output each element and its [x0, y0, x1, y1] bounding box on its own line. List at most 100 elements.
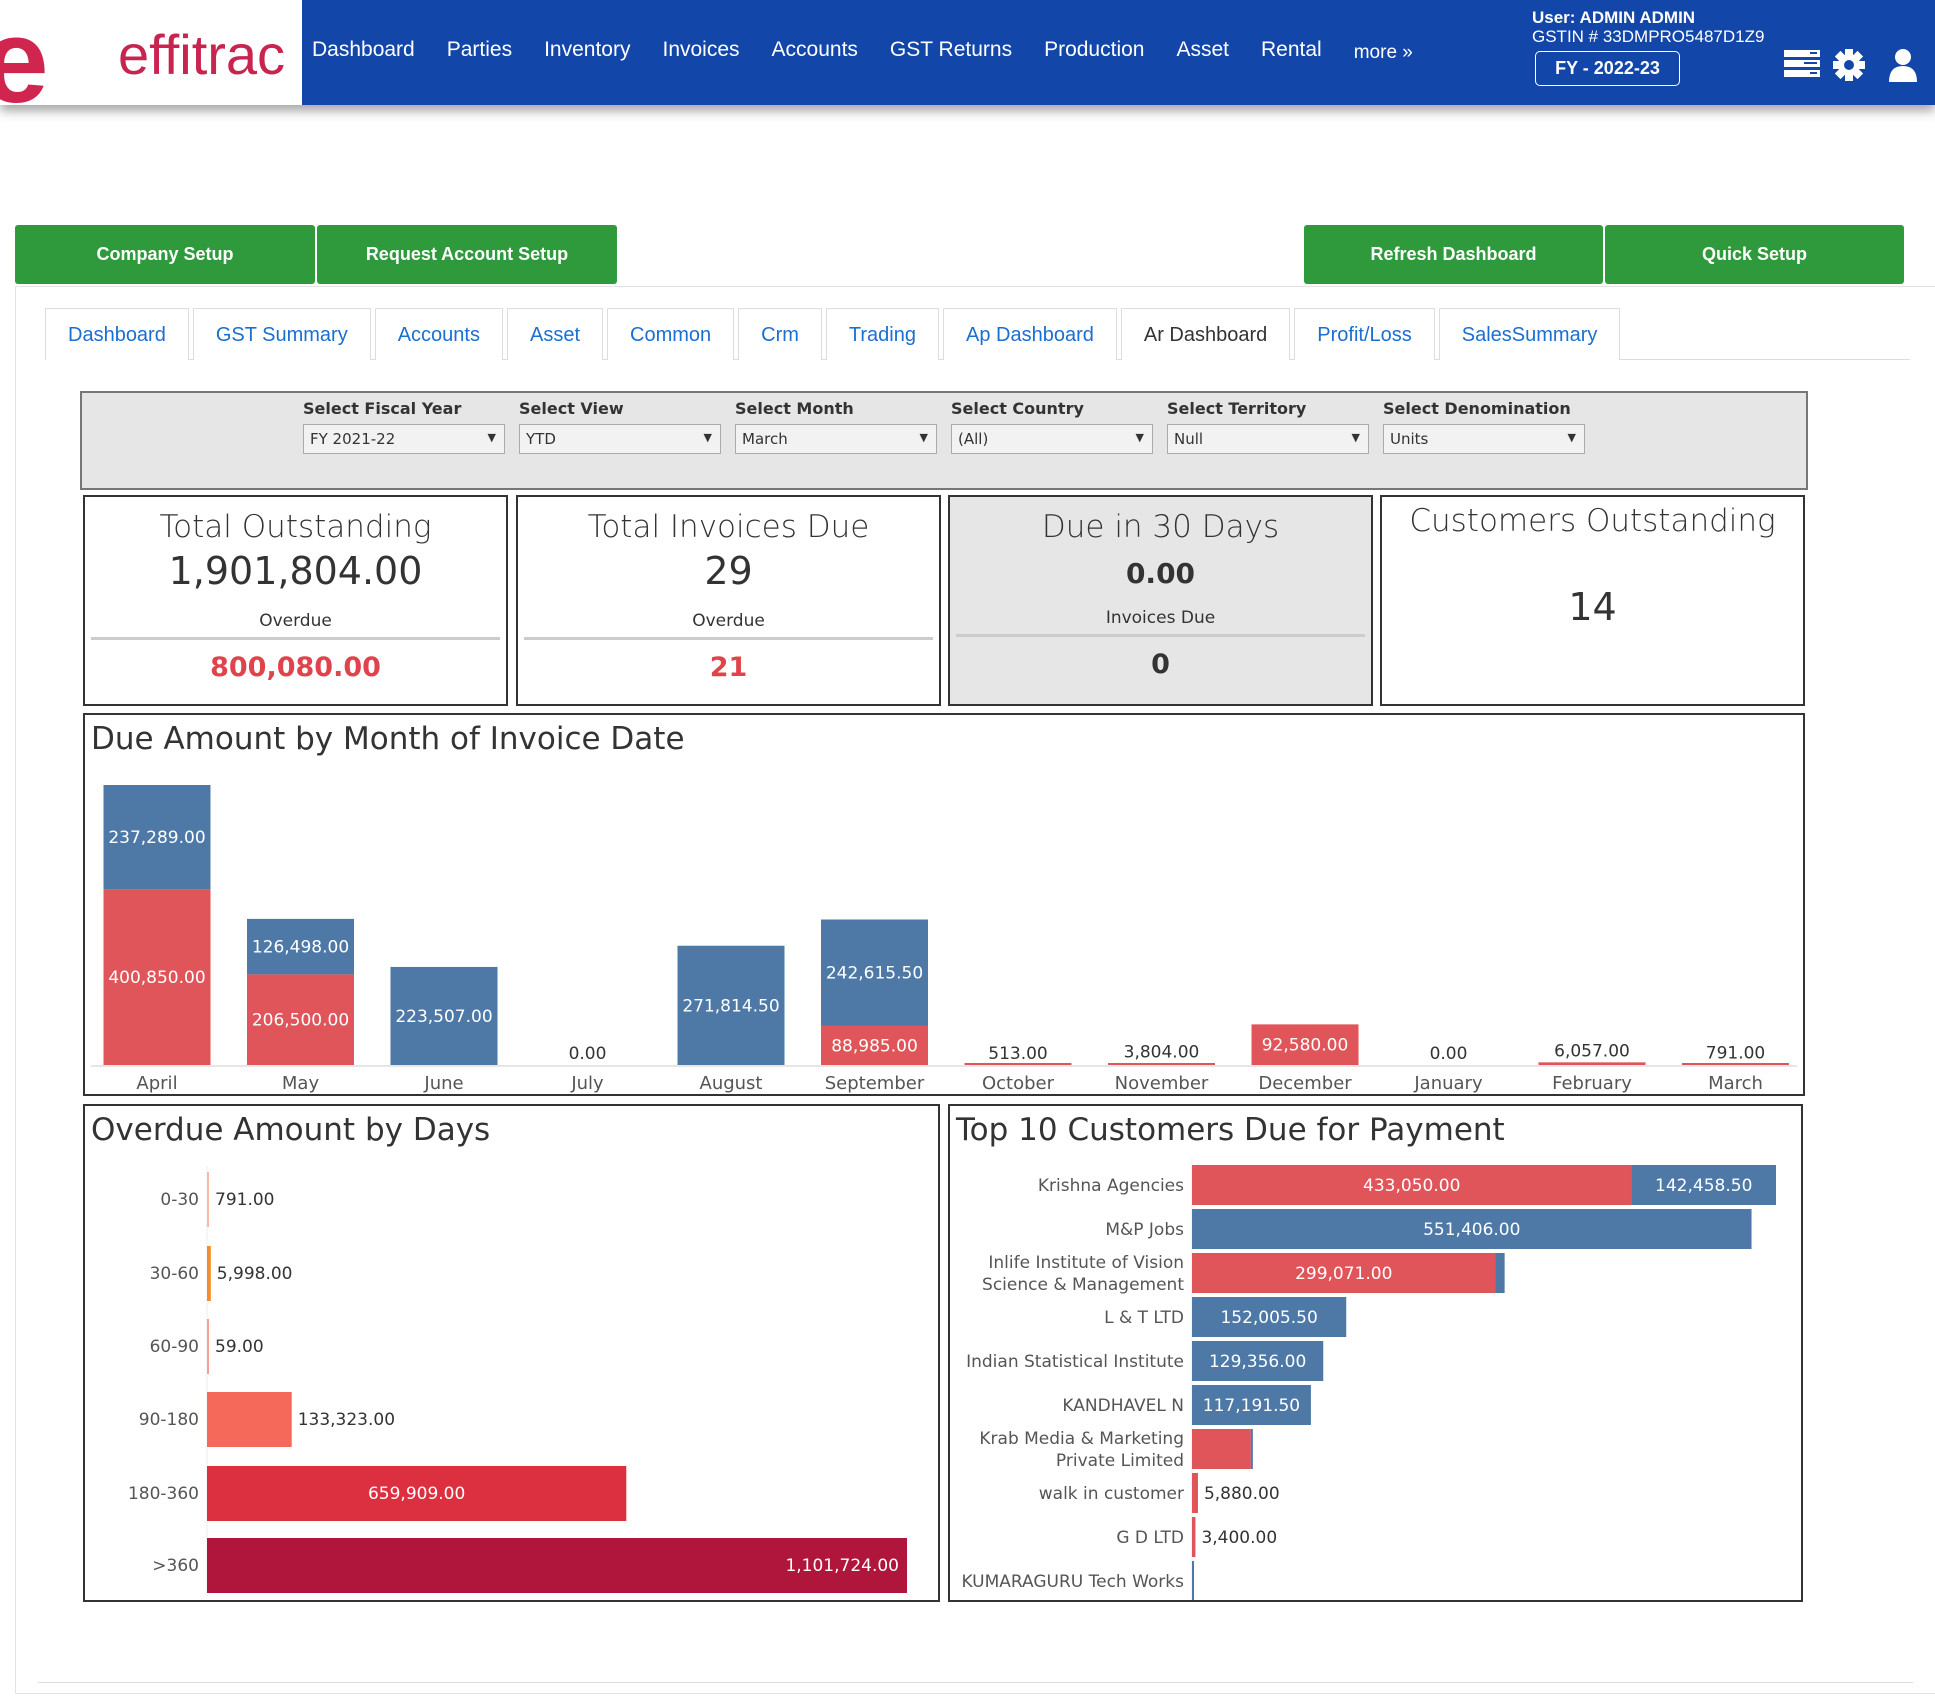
y-tick-label: M&P Jobs: [1105, 1220, 1184, 1240]
data-label: 242,615.50: [826, 964, 923, 984]
top-navbar: eeffitrac Dashboard Parties Inventory In…: [0, 0, 1935, 105]
y-tick-label: G D LTD: [1116, 1528, 1184, 1548]
main-nav: Dashboard Parties Inventory Invoices Acc…: [312, 38, 1445, 64]
dropdown-arrow-icon: ▼: [920, 431, 928, 444]
denomination-select[interactable]: Units▼: [1383, 424, 1585, 454]
nav-production[interactable]: Production: [1044, 38, 1144, 64]
denomination-filter: Select DenominationUnits▼: [1383, 399, 1585, 454]
y-tick-label: KUMARAGURU Tech Works: [961, 1572, 1184, 1592]
due-by-month-chart: Due Amount by Month of Invoice Date 400,…: [83, 713, 1805, 1096]
y-tick-label: Indian Statistical Institute: [966, 1352, 1184, 1372]
y-tick-label: >360: [152, 1556, 199, 1576]
territory-filter: Select TerritoryNull▼: [1167, 399, 1369, 454]
nav-accounts[interactable]: Accounts: [772, 38, 858, 64]
data-label: 206,500.00: [252, 1011, 349, 1031]
user-profile-icon[interactable]: [1888, 48, 1918, 84]
total-outstanding-value: 1,901,804.00: [85, 549, 506, 593]
settings-gear-icon[interactable]: [1832, 48, 1866, 82]
nav-more[interactable]: more »: [1354, 42, 1413, 64]
effitrac-logo[interactable]: eeffitrac: [0, 0, 302, 105]
nav-rental[interactable]: Rental: [1261, 38, 1322, 64]
request-account-setup-button[interactable]: Request Account Setup: [317, 225, 617, 284]
overdue-invoices-count: 21: [518, 652, 939, 683]
bar: [207, 1172, 209, 1227]
x-tick-label: November: [1115, 1073, 1209, 1094]
data-label: 433,050.00: [1363, 1176, 1460, 1196]
view-select[interactable]: YTD▼: [519, 424, 721, 454]
fiscal-year-filter: Select Fiscal YearFY 2021-22▼: [303, 399, 505, 454]
tab-asset[interactable]: Asset: [507, 308, 603, 360]
tab-ap-dashboard[interactable]: Ap Dashboard: [943, 308, 1117, 360]
bar-not-due: [1251, 1429, 1253, 1469]
y-tick-label: Science & Management: [982, 1275, 1184, 1295]
month-select[interactable]: March▼: [735, 424, 937, 454]
bar-overdue: [1192, 1429, 1251, 1469]
y-tick-label: 0-30: [160, 1190, 199, 1210]
data-label: 6,057.00: [1554, 1041, 1630, 1061]
fiscal-year-select[interactable]: FY 2021-22▼: [303, 424, 505, 454]
y-tick-label: Krishna Agencies: [1038, 1176, 1184, 1196]
tab-common[interactable]: Common: [607, 308, 734, 360]
data-label: 92,580.00: [1262, 1036, 1349, 1056]
menu-list-icon[interactable]: [1784, 48, 1822, 80]
x-tick-label: December: [1258, 1073, 1352, 1094]
user-name: User: ADMIN ADMIN: [1532, 8, 1764, 27]
overdue-amount: 800,080.00: [85, 652, 506, 683]
nav-invoices[interactable]: Invoices: [662, 38, 739, 64]
data-label: 237,289.00: [108, 828, 205, 848]
data-label: 5,880.00: [1204, 1484, 1280, 1504]
tab-dashboard[interactable]: Dashboard: [45, 308, 189, 360]
tab-sales-summary[interactable]: SalesSummary: [1439, 308, 1621, 360]
nav-dashboard[interactable]: Dashboard: [312, 38, 415, 64]
tab-ar-dashboard[interactable]: Ar Dashboard: [1121, 308, 1290, 360]
y-tick-label: 90-180: [139, 1410, 199, 1430]
x-tick-label: June: [423, 1073, 463, 1094]
x-tick-label: October: [982, 1073, 1055, 1094]
data-label: 223,507.00: [395, 1007, 492, 1027]
nav-inventory[interactable]: Inventory: [544, 38, 630, 64]
company-setup-button[interactable]: Company Setup: [15, 225, 315, 284]
filter-panel: Select Fiscal YearFY 2021-22▼ Select Vie…: [80, 391, 1808, 490]
tab-profit-loss[interactable]: Profit/Loss: [1294, 308, 1434, 360]
bar-overdue: [1192, 1517, 1195, 1557]
data-label: 513.00: [988, 1044, 1047, 1064]
bar-not-due: [1495, 1253, 1504, 1293]
data-label: 1,101,724.00: [785, 1556, 899, 1576]
x-tick-label: January: [1413, 1073, 1483, 1094]
data-label: 117,191.50: [1203, 1396, 1300, 1416]
bar-not-due: [1192, 1561, 1194, 1600]
total-invoices-due-value: 29: [518, 549, 939, 593]
data-label: 659,909.00: [368, 1484, 465, 1504]
nav-parties[interactable]: Parties: [447, 38, 512, 64]
total-outstanding-card: Total Outstanding 1,901,804.00 Overdue 8…: [83, 495, 508, 706]
view-filter: Select ViewYTD▼: [519, 399, 721, 454]
due-30-days-card: Due in 30 Days 0.00 Invoices Due 0: [948, 495, 1373, 706]
x-tick-label: May: [282, 1073, 320, 1094]
customers-outstanding-value: 14: [1382, 585, 1803, 629]
refresh-dashboard-button[interactable]: Refresh Dashboard: [1304, 225, 1603, 284]
invoices-due-count: 0: [950, 649, 1371, 680]
country-filter: Select Country(All)▼: [951, 399, 1153, 454]
y-tick-label: Krab Media & Marketing: [979, 1429, 1184, 1449]
fiscal-year-button[interactable]: FY - 2022-23: [1535, 51, 1680, 86]
quick-setup-button[interactable]: Quick Setup: [1605, 225, 1904, 284]
country-select[interactable]: (All)▼: [951, 424, 1153, 454]
top-customers-chart: Top 10 Customers Due for Payment Krishna…: [948, 1104, 1803, 1602]
y-tick-label: KANDHAVEL N: [1062, 1396, 1184, 1416]
tab-trading[interactable]: Trading: [826, 308, 939, 360]
dropdown-arrow-icon: ▼: [1352, 431, 1360, 444]
nav-asset[interactable]: Asset: [1176, 38, 1229, 64]
x-tick-label: February: [1552, 1073, 1632, 1094]
tab-crm[interactable]: Crm: [738, 308, 822, 360]
territory-select[interactable]: Null▼: [1167, 424, 1369, 454]
data-label: 791.00: [1706, 1044, 1765, 1064]
nav-gst-returns[interactable]: GST Returns: [890, 38, 1012, 64]
x-tick-label: September: [825, 1073, 925, 1094]
data-label: 133,323.00: [298, 1410, 395, 1430]
tab-accounts[interactable]: Accounts: [375, 308, 503, 360]
tab-gst-summary[interactable]: GST Summary: [193, 308, 371, 360]
overdue-by-days-chart: Overdue Amount by Days 0-30791.0030-605,…: [83, 1104, 940, 1602]
data-label: 3,400.00: [1201, 1528, 1277, 1548]
data-label: 59.00: [215, 1337, 264, 1357]
bar: [207, 1246, 211, 1301]
